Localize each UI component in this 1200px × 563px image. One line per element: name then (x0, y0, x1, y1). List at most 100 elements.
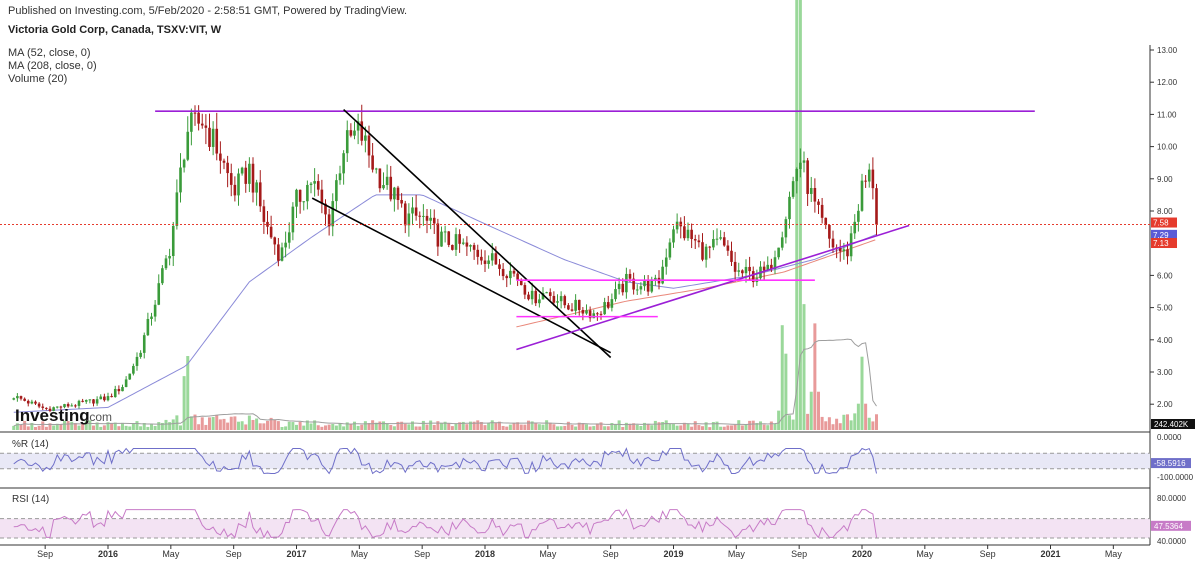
candle (585, 304, 588, 315)
volume-bar (780, 325, 784, 430)
volume-bar (168, 422, 172, 430)
volume-bar (334, 425, 338, 430)
volume-bar (436, 421, 440, 430)
candle (483, 250, 487, 272)
candle (454, 227, 458, 256)
candle (30, 399, 34, 405)
volume-bar (795, 0, 799, 430)
volume-bar (773, 423, 777, 430)
candle (527, 291, 530, 301)
candle (603, 297, 606, 315)
volume-bar (621, 426, 625, 430)
candle (425, 209, 429, 234)
volume-bar (646, 424, 650, 430)
volume-bar (566, 421, 570, 430)
candle (121, 384, 124, 392)
candle (860, 173, 864, 212)
candle (523, 282, 527, 300)
candle (186, 116, 190, 162)
candle (559, 291, 563, 309)
volume-bar (92, 425, 95, 430)
volume-bar (320, 426, 324, 430)
volume-bar (505, 426, 509, 430)
volume-bar (556, 426, 559, 430)
svg-text:242.402K: 242.402K (1154, 420, 1189, 429)
volume-bar (871, 421, 875, 430)
candle (113, 385, 117, 398)
candle (715, 228, 719, 246)
candle (284, 231, 287, 258)
candle (316, 174, 320, 196)
candle (389, 165, 393, 202)
candle (211, 121, 215, 156)
volume-bar (585, 424, 588, 430)
volume-bar (392, 426, 396, 430)
candle (650, 276, 654, 294)
candle (403, 200, 407, 234)
candle (142, 332, 146, 359)
candle (153, 299, 157, 322)
candle (382, 172, 385, 190)
volume-bar (389, 425, 393, 430)
candle (809, 176, 813, 202)
time-tick-label: May (728, 549, 746, 559)
candle (353, 121, 356, 140)
volume-bar (788, 415, 791, 430)
volume-bar (476, 420, 480, 430)
volume-bar (635, 424, 639, 430)
candle (132, 363, 135, 376)
price-tag: 7.58 (1151, 217, 1177, 228)
candle (262, 199, 266, 234)
candle (683, 216, 686, 241)
candle (385, 164, 389, 190)
candle (139, 350, 142, 359)
volume-bar (860, 356, 864, 430)
candle (16, 393, 19, 402)
candle (342, 150, 345, 185)
time-tick-label: Sep (603, 549, 619, 559)
volume-bar (715, 421, 719, 430)
candle (356, 113, 360, 145)
candle (23, 397, 26, 402)
volume-bar (371, 420, 375, 430)
volume-bar (722, 426, 726, 430)
candle (244, 160, 248, 193)
volume-bar (701, 426, 704, 430)
volume-bar (545, 420, 549, 430)
candle (498, 258, 501, 276)
volume-bar (215, 414, 219, 430)
volume-bar (751, 420, 755, 430)
candle (643, 275, 646, 291)
chart-canvas[interactable]: 13.00 12.00 11.00 10.00 9.00 8.00 6.00 5.00 4.00… (0, 0, 1200, 563)
volume-bar (813, 323, 817, 430)
candle (248, 157, 251, 193)
candle (864, 175, 867, 188)
candle (708, 245, 712, 259)
annotation-trendline (343, 108, 612, 359)
volume-bar (211, 416, 215, 430)
candle (447, 230, 451, 248)
price-tick-label: 8.00 (1157, 207, 1173, 216)
candle (19, 395, 23, 401)
volume-bar (675, 425, 679, 430)
volume-bar (838, 423, 842, 430)
volume-bar (52, 425, 56, 430)
volume-bar (842, 414, 846, 430)
candle (538, 293, 541, 308)
candle (744, 259, 748, 283)
candle (266, 210, 269, 235)
volume-bar (407, 424, 411, 430)
volume-bar (791, 419, 795, 430)
candle (371, 142, 374, 173)
volume-bar (802, 304, 806, 430)
time-tick-label: Sep (791, 549, 807, 559)
volume-bar (19, 424, 23, 430)
volume-bar (324, 425, 327, 430)
candle (422, 204, 425, 226)
volume-bar (327, 424, 331, 430)
volume-last-tag: 242.402K (1151, 419, 1195, 429)
candle (480, 249, 483, 265)
candle (675, 213, 679, 234)
volume-bar (295, 424, 298, 430)
candle (414, 194, 418, 221)
